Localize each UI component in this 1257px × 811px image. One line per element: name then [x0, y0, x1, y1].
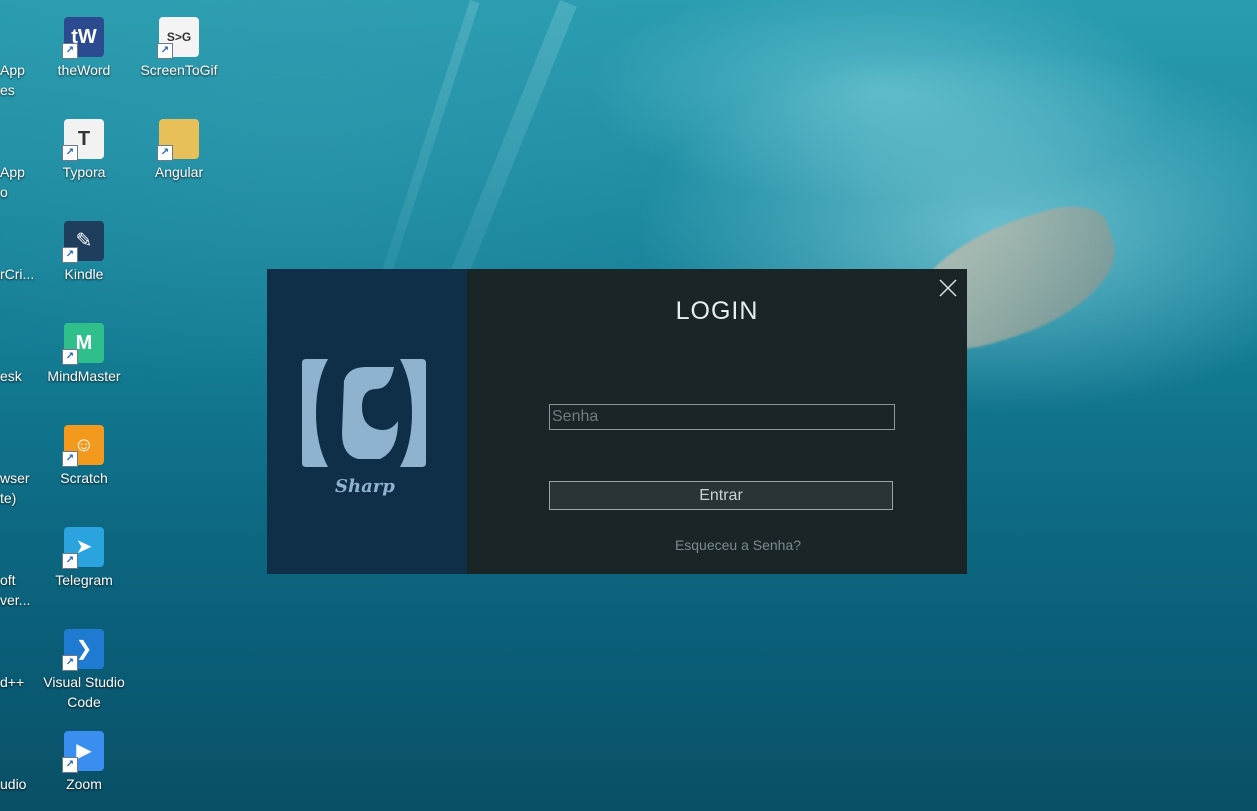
- desktop-shortcut-label: Telegram: [55, 572, 113, 588]
- partial-desktop-label[interactable]: ver...: [0, 590, 30, 610]
- forgot-password-link[interactable]: Esqueceu a Senha?: [467, 537, 967, 553]
- scratch-icon: ☺ ↗: [62, 425, 104, 467]
- partial-desktop-label[interactable]: App: [0, 162, 25, 182]
- login-form-panel: LOGIN Entrar Esqueceu a Senha?: [467, 269, 967, 574]
- shortcut-arrow-icon: ↗: [157, 145, 173, 161]
- telegram-icon: ➤ ↗: [62, 527, 104, 569]
- close-icon[interactable]: [937, 277, 959, 299]
- partial-desktop-label[interactable]: te): [0, 488, 16, 508]
- shortcut-arrow-icon: ↗: [62, 655, 78, 671]
- password-field[interactable]: [549, 404, 895, 430]
- shortcut-arrow-icon: ↗: [62, 757, 78, 773]
- desktop-shortcut-label: ScreenToGif: [140, 62, 218, 78]
- desktop-shortcut-label: Scratch: [60, 470, 108, 486]
- brand-subtitle: Sharp: [335, 476, 395, 497]
- desktop-shortcut-label: theWord: [57, 62, 111, 78]
- shortcut-arrow-icon: ↗: [62, 553, 78, 569]
- typora-icon: T ↗: [62, 119, 104, 161]
- shortcut-arrow-icon: ↗: [62, 247, 78, 263]
- kindle-icon: ✎ ↗: [62, 221, 104, 263]
- desktop-shortcut-telegram[interactable]: ➤ ↗ Telegram: [36, 510, 132, 610]
- partial-desktop-label[interactable]: oft: [0, 570, 16, 590]
- desktop-shortcut-typora[interactable]: T ↗ Typora: [36, 102, 132, 202]
- desktop-shortcut-label: Angular: [154, 164, 204, 180]
- shortcut-arrow-icon: ↗: [62, 43, 78, 59]
- shortcut-arrow-icon: ↗: [62, 145, 78, 161]
- partial-desktop-label[interactable]: rCri...: [0, 264, 34, 284]
- desktop-shortcut-label: MindMaster: [47, 368, 121, 384]
- partial-desktop-label[interactable]: esk: [0, 366, 22, 386]
- partial-desktop-label[interactable]: wser: [0, 468, 30, 488]
- desktop-shortcut-label: Typora: [62, 164, 106, 180]
- partial-desktop-label[interactable]: es: [0, 80, 15, 100]
- shortcut-arrow-icon: ↗: [62, 349, 78, 365]
- partial-desktop-label[interactable]: d++: [0, 672, 24, 692]
- partial-desktop-label[interactable]: udio: [0, 774, 26, 794]
- login-title: LOGIN: [675, 297, 759, 325]
- csharp-logo-icon: [302, 359, 426, 467]
- theword-icon: tW ↗: [62, 17, 104, 59]
- partial-desktop-label[interactable]: o: [0, 182, 8, 202]
- login-dialog: Sharp LOGIN Entrar Esqueceu a Senha?: [267, 269, 967, 574]
- desktop-background: App es App o rCri... esk wser te) oft ver... d++ ud…: [0, 0, 1257, 811]
- mindmaster-icon: M ↗: [62, 323, 104, 365]
- shortcut-arrow-icon: ↗: [157, 43, 173, 59]
- brand-panel: Sharp: [267, 269, 467, 574]
- desktop-shortcut-screentogif[interactable]: S>G ↗ ScreenToGif: [131, 0, 227, 100]
- screentogif-icon: S>G ↗: [157, 17, 199, 59]
- folder-icon: ↗: [157, 119, 199, 161]
- desktop-shortcut-scratch[interactable]: ☺ ↗ Scratch: [36, 408, 132, 508]
- desktop-shortcut-zoom[interactable]: ▶ ↗ Zoom: [36, 714, 132, 811]
- desktop-shortcut-label: Zoom: [66, 776, 102, 792]
- vscode-icon: ❯ ↗: [62, 629, 104, 671]
- partial-desktop-label[interactable]: App: [0, 60, 25, 80]
- desktop-shortcut-folder[interactable]: ↗ Angular: [131, 102, 227, 202]
- desktop-shortcut-theword[interactable]: tW ↗ theWord: [36, 0, 132, 100]
- desktop-shortcut-kindle[interactable]: ✎ ↗ Kindle: [36, 204, 132, 304]
- enter-button[interactable]: Entrar: [549, 481, 893, 510]
- desktop-shortcut-label: Visual Studio Code: [43, 674, 125, 710]
- desktop-shortcut-label: Kindle: [64, 266, 104, 282]
- desktop-shortcut-mindmaster[interactable]: M ↗ MindMaster: [36, 306, 132, 406]
- shortcut-arrow-icon: ↗: [62, 451, 78, 467]
- zoom-icon: ▶ ↗: [62, 731, 104, 773]
- desktop-shortcut-vscode[interactable]: ❯ ↗ Visual Studio Code: [36, 612, 132, 712]
